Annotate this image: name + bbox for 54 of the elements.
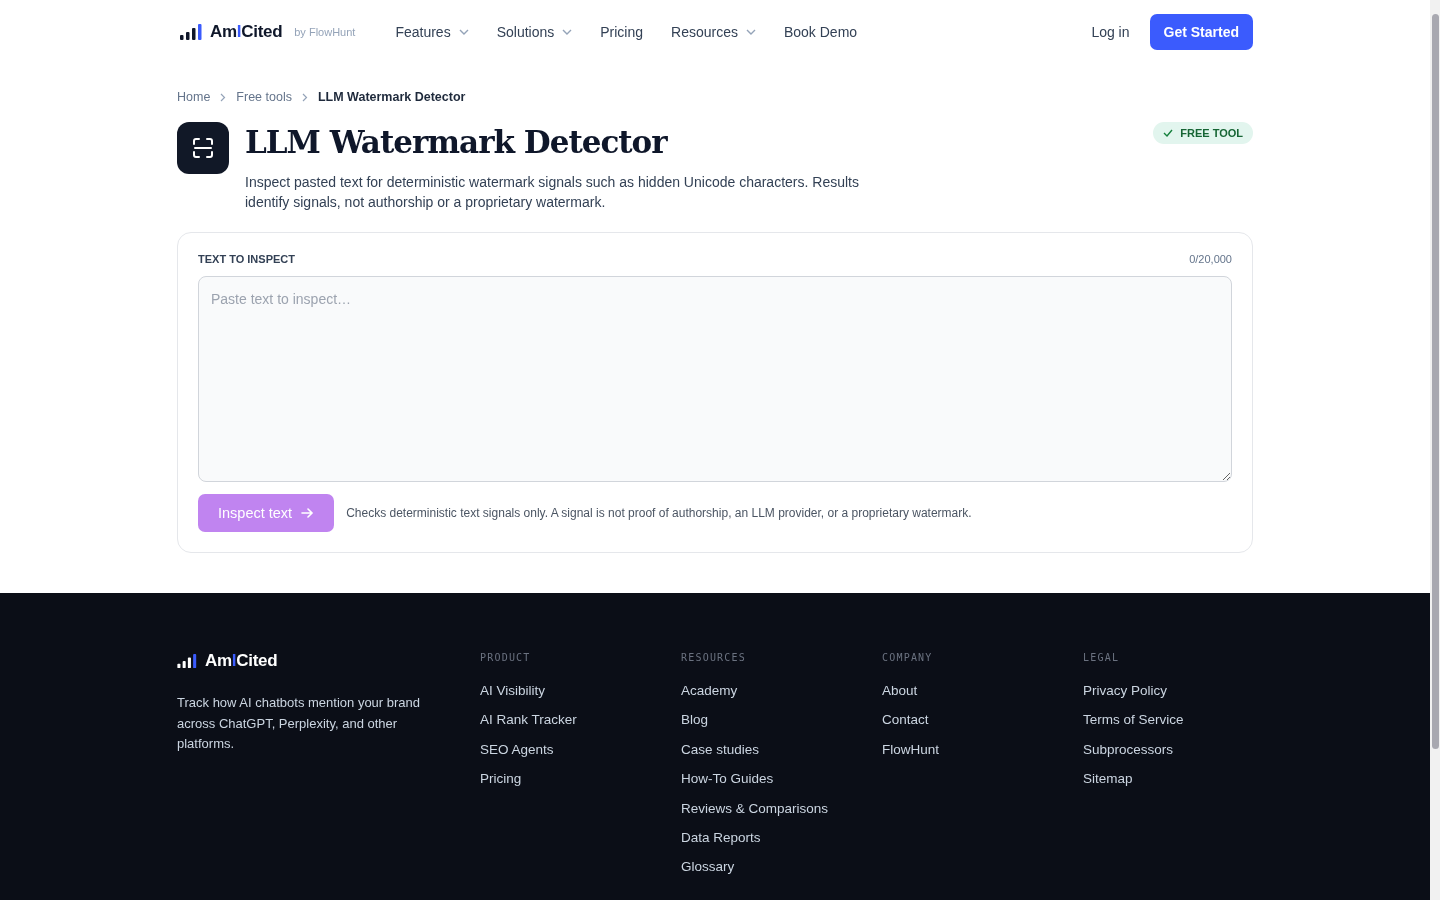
scrollbar[interactable] [1430,0,1440,900]
column-heading: RESOURCES [681,652,747,663]
chevron-down-icon [458,29,469,35]
disclaimer-note: Checks deterministic text signals only. A signal is not proof of authorship, an LLM provider, or a proprietary watermark. [346,506,972,520]
get-started-button[interactable]: Get Started [1149,14,1253,50]
scan-icon [177,122,229,174]
character-counter: 0/20,000 [1189,253,1232,265]
breadcrumb-link[interactable]: Home [177,90,211,104]
footer-link[interactable]: Sitemap [1083,764,1253,794]
chevron-down-icon [745,29,756,35]
byline: by FlowHunt [294,26,356,38]
footer-link[interactable]: AI Visibility [480,676,681,706]
login-link[interactable]: Log in [1091,24,1130,40]
footer-link[interactable]: Contact [882,705,1083,735]
footer-link[interactable]: Blog [681,705,882,735]
tagline: Track how AI chatbots mention your brand across ChatGPT, Perplexity, and other platforms. [177,694,422,753]
footer-link[interactable]: Glossary [681,852,882,882]
footer-link[interactable]: Academy [681,676,882,706]
field-label: TEXT TO INSPECT [198,253,295,265]
nav-link[interactable]: Pricing [600,24,644,40]
footer-link[interactable]: About [882,676,1083,706]
footer-link[interactable]: FlowHunt [882,734,1083,765]
footer-link[interactable]: Privacy Policy [1083,676,1253,706]
nav-link[interactable]: Resources [671,24,756,40]
column-heading: LEGAL [1083,652,1121,663]
signal-bars-icon [177,654,197,668]
column-heading: PRODUCT [480,652,532,663]
nav-link[interactable]: Features [395,24,469,40]
logo-link[interactable]: AmICited [210,22,283,42]
column-heading: COMPANY [882,652,934,663]
page-title: LLM Watermark Detector [245,124,669,160]
footer-link[interactable]: Terms of Service [1083,705,1253,735]
free-tool-badge: FREE TOOL [1153,122,1253,144]
description: Inspect pasted text for deterministic watermark signals such as hidden Unicode characters. Results identify signals, not authorship or a proprietary watermark. [245,173,860,212]
logo-link[interactable]: AmICited [205,651,278,671]
footer-link[interactable]: Data Reports [681,823,882,853]
footer-link[interactable]: SEO Agents [480,734,681,765]
breadcrumb-link[interactable]: LLM Watermark Detector [317,90,466,104]
chevron-down-icon [562,29,573,35]
arrow-right-icon [301,507,315,519]
footer-link[interactable]: Pricing [480,764,681,794]
footer-link[interactable]: Subprocessors [1083,734,1253,765]
chevron-right-icon [301,92,308,102]
footer-link[interactable]: How-To Guides [681,764,882,794]
breadcrumb-link[interactable]: Free tools [236,90,292,104]
nav-link[interactable]: Solutions [496,24,573,40]
signal-bars-icon [180,24,202,40]
text-input-field[interactable]: Paste text to inspect… [198,276,1232,482]
nav-link[interactable]: Book Demo [783,24,858,40]
check-icon [1163,129,1174,137]
footer-link[interactable]: Reviews & Comparisons [681,793,882,824]
footer-link[interactable]: AI Rank Tracker [480,705,681,735]
footer-link[interactable]: Case studies [681,734,882,765]
chevron-right-icon [220,92,227,102]
